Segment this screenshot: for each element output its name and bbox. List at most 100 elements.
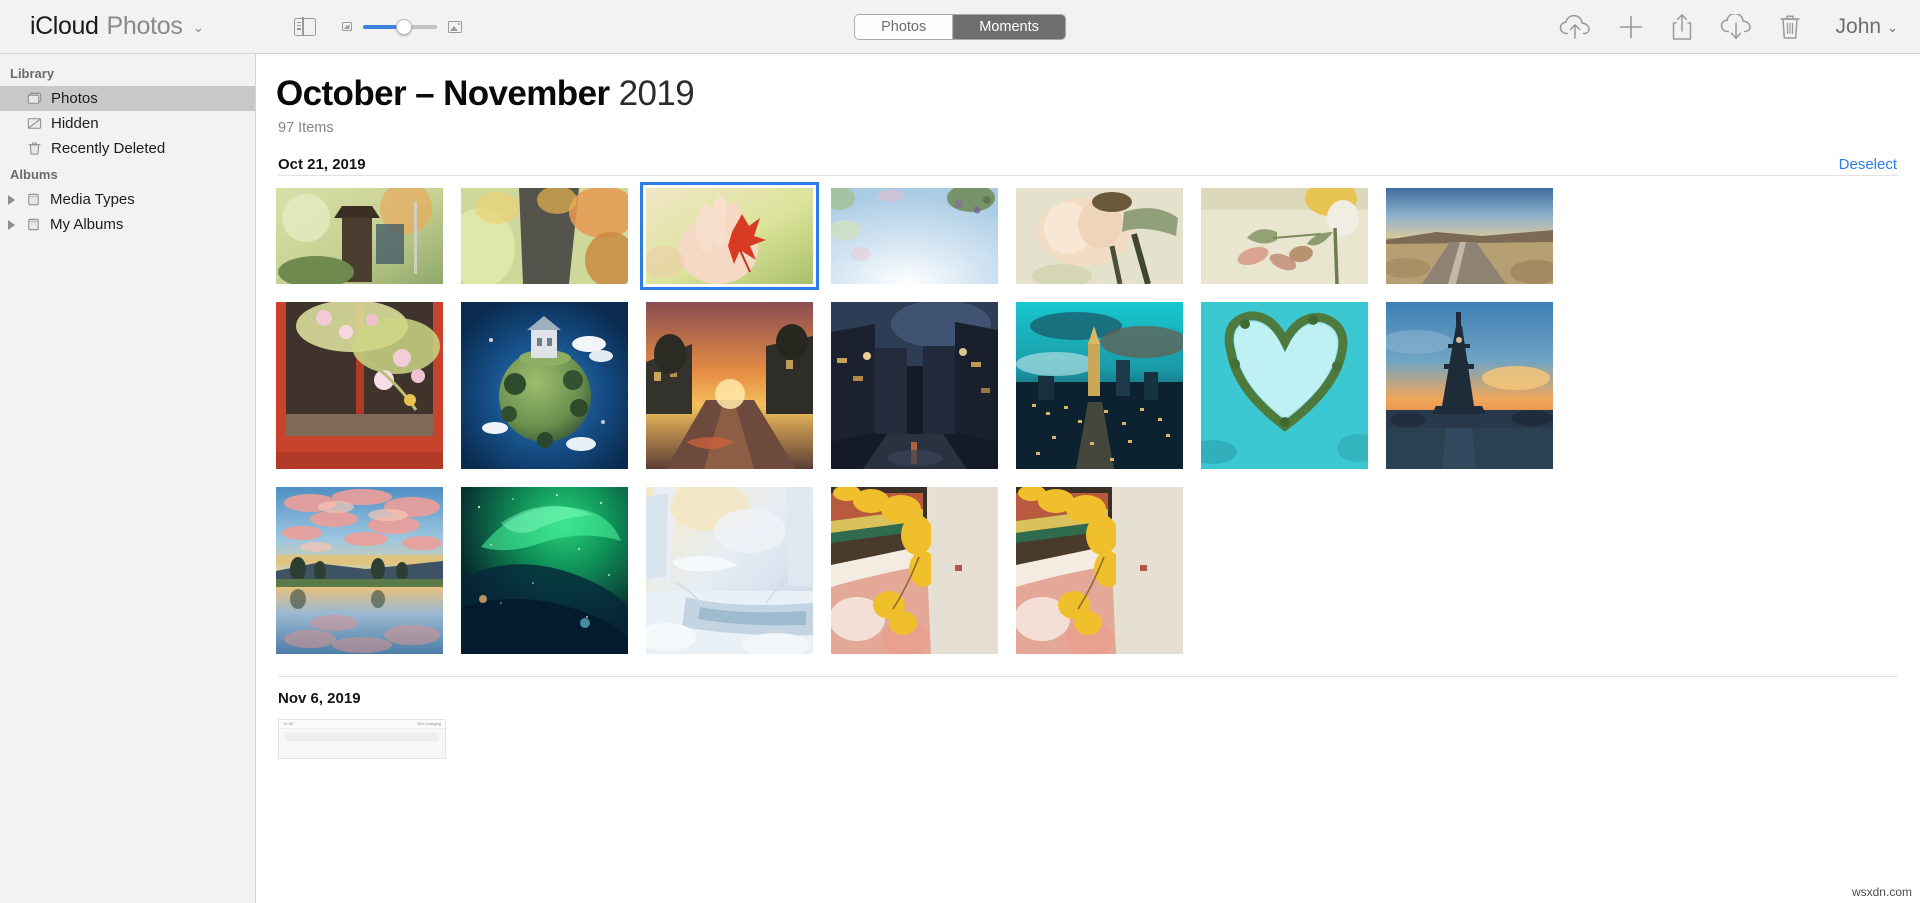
moment-group: Oct 21, 2019 Deselect [276, 153, 1900, 654]
photo-heart-island[interactable] [1201, 302, 1368, 469]
sidebar-toggle-lines [297, 21, 301, 30]
photo-night-street[interactable] [831, 302, 998, 469]
sidebar-toggle-icon[interactable] [294, 16, 317, 37]
chevron-down-icon[interactable]: ⌄ [193, 19, 205, 36]
account-menu[interactable]: John ⌄ [1836, 15, 1898, 39]
brand-icloud-label: iCloud [30, 12, 99, 40]
thumbnail-image [1201, 188, 1368, 284]
thumbnail-image [646, 302, 813, 469]
thumbnail-image [1386, 188, 1553, 284]
sidebar: Library Photos Hidden Recently Deleted A… [0, 54, 256, 903]
toolbar-right-group: John ⌄ [1559, 13, 1898, 41]
photo-row [276, 302, 1900, 469]
photo-ginkgo-temple-a[interactable] [831, 487, 998, 654]
brand-photos-label: Photos [106, 12, 183, 40]
thumbnail-address-bar [285, 733, 439, 741]
thumbnail-image [1016, 302, 1183, 469]
photo-maple-leaf-hand[interactable] [640, 182, 819, 290]
photo-grid-pane[interactable]: October – November 2019 97 Items Oct 21,… [256, 54, 1920, 903]
sidebar-item-my-albums[interactable]: My Albums [0, 212, 255, 237]
photo-cherry-blossom-wall[interactable] [276, 302, 443, 469]
page-title: October – November 2019 [276, 54, 1900, 114]
photo-row [276, 487, 1900, 654]
photo-autumn-shrine[interactable] [276, 188, 443, 284]
photo-withered-rose[interactable] [1016, 188, 1183, 284]
account-name-label: John [1835, 14, 1882, 38]
plus-icon[interactable] [1618, 14, 1644, 40]
moment-group: Nov 6, 2019 10:30 Not Charging [276, 676, 1900, 759]
sidebar-item-media-types[interactable]: Media Types [0, 187, 255, 212]
watermark-label: wsxdn.com [1849, 885, 1914, 899]
sidebar-section-library: Library [10, 66, 55, 81]
thumbnail-image [461, 302, 628, 469]
thumbnail-image [646, 188, 813, 284]
disclosure-triangle-icon[interactable] [8, 194, 15, 205]
zoom-slider[interactable] [363, 18, 438, 35]
photo-desert-road[interactable] [1386, 188, 1553, 284]
thumbnail-image [461, 188, 628, 284]
toolbar-left-group [294, 16, 463, 37]
page-title-range: October – November [276, 74, 610, 113]
app-title-menu[interactable]: iCloud Photos ⌄ [30, 12, 204, 41]
moment-date-label: Nov 6, 2019 [278, 689, 361, 707]
tab-photos[interactable]: Photos [855, 14, 954, 39]
trash-icon[interactable] [1779, 13, 1801, 41]
sidebar-item-recently-deleted[interactable]: Recently Deleted [0, 136, 255, 161]
photo-partial-screenshot[interactable]: 10:30 Not Charging [278, 719, 446, 759]
hidden-icon [27, 118, 42, 129]
moment-header: Nov 6, 2019 [276, 687, 1900, 709]
thumbnail-image [831, 188, 998, 284]
slider-knob[interactable] [396, 18, 413, 35]
tab-moments[interactable]: Moments [953, 14, 1065, 39]
app-toolbar: iCloud Photos ⌄ Photos Moments John ⌄ [0, 0, 1920, 54]
photo-autumn-tree[interactable] [461, 188, 628, 284]
thumbnail-image [1201, 302, 1368, 469]
photo-tiny-planet[interactable] [461, 302, 628, 469]
thumbnail-image [276, 188, 443, 284]
photo-yellow-rose[interactable] [1201, 188, 1368, 284]
trash-icon [28, 142, 41, 155]
thumbnail-zoom-control[interactable] [342, 18, 463, 35]
small-thumbnail-icon[interactable] [342, 22, 353, 31]
thumbnail-image [1016, 487, 1183, 654]
album-icon [28, 218, 39, 231]
photo-aurora[interactable] [461, 487, 628, 654]
app-body: Library Photos Hidden Recently Deleted A… [0, 54, 1920, 903]
upload-icon[interactable] [1559, 14, 1591, 40]
share-icon[interactable] [1671, 13, 1693, 41]
divider [278, 175, 1898, 176]
photo-sunset-street[interactable] [646, 302, 813, 469]
sidebar-section-albums: Albums [10, 167, 58, 182]
thumbnail-image [646, 487, 813, 654]
download-icon[interactable] [1720, 13, 1752, 40]
statusbar-left-text: 10:30 [283, 721, 294, 726]
moment-date-label: Oct 21, 2019 [278, 155, 366, 173]
chevron-down-icon: ⌄ [1887, 19, 1898, 35]
photo-city-skyline[interactable] [1016, 302, 1183, 469]
sidebar-item-hidden[interactable]: Hidden [0, 111, 255, 136]
photo-sky-blossoms[interactable] [831, 188, 998, 284]
sidebar-item-label: Recently Deleted [51, 140, 166, 157]
thumbnail-image [461, 487, 628, 654]
photo-row [276, 182, 1900, 290]
thumbnail-image [1386, 302, 1553, 469]
disclosure-triangle-icon[interactable] [8, 219, 15, 230]
thumbnail-image [276, 487, 443, 654]
photo-lake-sunset[interactable] [276, 487, 443, 654]
sidebar-item-label: Hidden [51, 115, 99, 132]
deselect-button[interactable]: Deselect [1839, 156, 1897, 173]
page-title-year: 2019 [618, 74, 695, 113]
large-thumbnail-icon[interactable] [448, 20, 463, 33]
photos-icon [27, 92, 42, 104]
sidebar-item-photos[interactable]: Photos [0, 86, 255, 111]
photo-snow-forest[interactable] [646, 487, 813, 654]
thumbnail-image [831, 487, 998, 654]
thumbnail-image [276, 302, 443, 469]
photo-eiffel-tower[interactable] [1386, 302, 1553, 469]
divider [278, 676, 1898, 677]
moment-header: Oct 21, 2019 Deselect [276, 153, 1900, 175]
photo-ginkgo-temple-b[interactable] [1016, 487, 1183, 654]
thumbnail-image [831, 302, 998, 469]
sidebar-item-label: My Albums [50, 216, 124, 233]
view-mode-segmented-control[interactable]: Photos Moments [854, 13, 1066, 40]
